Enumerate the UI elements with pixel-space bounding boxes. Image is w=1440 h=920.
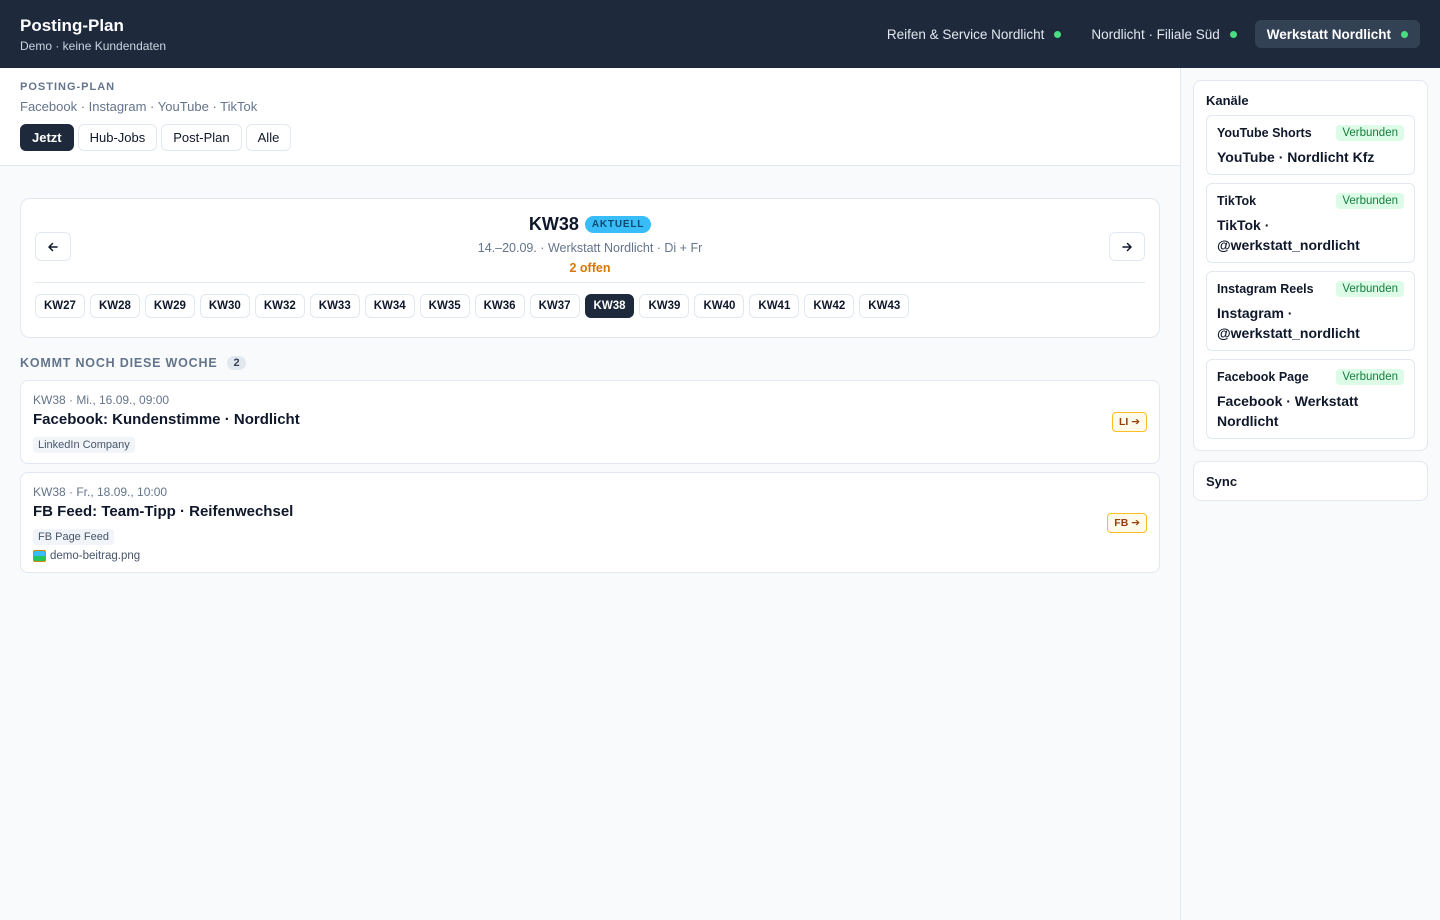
channel-name: Facebook Page [1217, 370, 1309, 384]
tab-hub-jobs[interactable]: Hub-Jobs [77, 124, 158, 151]
week-chip-kw29[interactable]: KW29 [144, 294, 195, 318]
location-werkstatt[interactable]: Werkstatt Nordlicht [1254, 20, 1420, 48]
week-chip-kw36[interactable]: KW36 [474, 294, 525, 318]
image-icon [33, 550, 46, 562]
location-switcher: Reifen & Service Nordlicht Nordlicht · F… [875, 20, 1420, 48]
sub-header: POSTING-PLAN Facebook · Instagram · YouT… [0, 68, 1180, 166]
sync-panel[interactable]: Sync [1193, 461, 1428, 501]
location-label: Werkstatt Nordlicht [1266, 26, 1391, 42]
upcoming-count-badge: 2 [227, 356, 246, 370]
upcoming-title: KOMMT NOCH DIESE WOCHE [20, 356, 218, 370]
post-meta: KW38 · Fr., 18.09., 10:00 [33, 485, 168, 499]
right-sidebar: Kanäle YouTube Shorts Verbunden YouTube … [1181, 68, 1440, 920]
week-chip-kw42[interactable]: KW42 [804, 294, 855, 318]
week-chip-kw28[interactable]: KW28 [89, 294, 140, 318]
status-badge: Verbunden [1336, 281, 1404, 297]
post-target-tag: FB Page Feed [33, 529, 114, 545]
week-chip-kw40[interactable]: KW40 [694, 294, 745, 318]
tab-jetzt[interactable]: Jetzt [20, 124, 74, 151]
week-chip-kw43[interactable]: KW43 [859, 294, 910, 318]
location-label: Reifen & Service Nordlicht [886, 26, 1045, 42]
channel-facebook-page[interactable]: Facebook Page Verbunden Facebook · Werks… [1206, 359, 1415, 439]
channel-name: YouTube Shorts [1217, 126, 1312, 140]
channel-account: TikTok · @werkstatt_nordlicht [1217, 217, 1360, 253]
app-subtitle: Demo · keine Kundendaten [20, 39, 167, 53]
week-chip-kw30[interactable]: KW30 [199, 294, 250, 318]
layout: POSTING-PLAN Facebook · Instagram · YouT… [0, 68, 1440, 920]
location-reifen-service[interactable]: Reifen & Service Nordlicht [875, 20, 1074, 48]
channels-title: Kanäle [1206, 93, 1249, 108]
week-content: KW38 AKTUELL 14.–20.09. · Werkstatt Nord… [0, 166, 1180, 573]
channel-tiktok[interactable]: TikTok Verbunden TikTok · @werkstatt_nor… [1206, 183, 1415, 263]
week-chip-kw34[interactable]: KW34 [364, 294, 415, 318]
channel-row: Facebook Page Verbunden [1217, 369, 1404, 385]
week-chip-kw33[interactable]: KW33 [309, 294, 360, 318]
post-title: Facebook: Kundenstimme · Nordlicht [33, 411, 300, 428]
attachment-filename: demo-beitrag.png [50, 550, 141, 562]
prev-week-button[interactable] [35, 232, 71, 261]
current-week-badge: AKTUELL [584, 216, 652, 233]
post-attachment[interactable]: demo-beitrag.png [33, 550, 1147, 562]
brand: Posting-Plan Demo · keine Kundendaten [20, 15, 166, 53]
post-target-tag: LinkedIn Company [33, 437, 135, 453]
channel-account: Facebook · Werkstatt Nordlicht [1217, 393, 1359, 429]
status-dot-icon [1401, 30, 1408, 38]
week-chip-kw27[interactable]: KW27 [35, 294, 85, 318]
channel-summary: Facebook · Instagram · YouTube · TikTok [20, 99, 258, 114]
status-dot-icon [1054, 30, 1062, 38]
tab-post-plan[interactable]: Post-Plan [161, 124, 242, 151]
status-badge: Verbunden [1336, 369, 1404, 385]
status-badge: Verbunden [1336, 193, 1404, 209]
channel-account: Instagram · @werkstatt_nordlicht [1217, 305, 1360, 341]
post-list: KW38 · Mi., 16.09., 09:00 Facebook: Kund… [20, 380, 1160, 573]
sync-title: Sync [1206, 474, 1238, 489]
week-chip-kw41[interactable]: KW41 [749, 294, 800, 318]
week-chip-kw39[interactable]: KW39 [639, 294, 690, 318]
channels-panel: Kanäle YouTube Shorts Verbunden YouTube … [1193, 80, 1428, 451]
channel-account: YouTube · Nordlicht Kfz [1217, 149, 1375, 165]
divider [35, 282, 1145, 283]
upcoming-header: KOMMT NOCH DIESE WOCHE 2 [20, 356, 1160, 370]
week-chips: KW27 KW28 KW29 KW30 KW32 KW33 KW34 KW35 KW36 KW37… [35, 294, 1145, 318]
week-title: KW38 [528, 214, 579, 234]
post-title: FB Feed: Team-Tipp · Reifenwechsel [33, 503, 294, 520]
post-item[interactable]: KW38 · Mi., 16.09., 09:00 Facebook: Kund… [20, 380, 1160, 464]
week-chip-kw32[interactable]: KW32 [254, 294, 305, 318]
post-item[interactable]: KW38 · Fr., 18.09., 10:00 FB Feed: Team-… [20, 472, 1160, 573]
next-week-button[interactable] [1109, 232, 1145, 261]
section-kicker: POSTING-PLAN [20, 81, 116, 93]
channel-name: Instagram Reels [1217, 282, 1314, 296]
channel-row: Instagram Reels Verbunden [1217, 281, 1404, 297]
week-chip-kw37[interactable]: KW37 [529, 294, 580, 318]
week-header: KW38 AKTUELL 14.–20.09. · Werkstatt Nord… [35, 214, 1145, 275]
top-bar: Posting-Plan Demo · keine Kundendaten Re… [0, 0, 1440, 68]
channel-youtube-shorts[interactable]: YouTube Shorts Verbunden YouTube · Nordl… [1206, 115, 1415, 175]
open-count: 2 offen [569, 261, 611, 275]
status-dot-icon [1229, 30, 1237, 38]
main-content: POSTING-PLAN Facebook · Instagram · YouT… [0, 68, 1181, 920]
status-badge: Verbunden [1336, 125, 1404, 141]
week-chip-kw38[interactable]: KW38 [584, 294, 635, 318]
location-filiale-sued[interactable]: Nordlicht · Filiale Süd [1079, 20, 1248, 48]
post-meta: KW38 · Mi., 16.09., 09:00 [33, 393, 170, 407]
channel-row: TikTok Verbunden [1217, 193, 1404, 209]
post-network-badge[interactable]: FB ➔ [1107, 512, 1147, 533]
week-card: KW38 AKTUELL 14.–20.09. · Werkstatt Nord… [20, 198, 1160, 338]
week-range: 14.–20.09. · Werkstatt Nordlicht · Di + … [477, 241, 703, 255]
post-network-badge[interactable]: LI ➔ [1111, 412, 1147, 432]
view-tabs: Jetzt Hub-Jobs Post-Plan Alle [20, 124, 1160, 151]
location-label: Nordlicht · Filiale Süd [1091, 26, 1220, 42]
tab-alle[interactable]: Alle [245, 124, 292, 151]
week-title-row: KW38 AKTUELL [35, 214, 1145, 235]
channel-instagram-reels[interactable]: Instagram Reels Verbunden Instagram · @w… [1206, 271, 1415, 351]
app-title: Posting-Plan [20, 16, 124, 35]
arrow-left-icon [48, 242, 58, 251]
channel-row: YouTube Shorts Verbunden [1217, 125, 1404, 141]
week-chip-kw35[interactable]: KW35 [419, 294, 470, 318]
channel-name: TikTok [1217, 194, 1257, 208]
arrow-right-icon [1122, 242, 1132, 251]
